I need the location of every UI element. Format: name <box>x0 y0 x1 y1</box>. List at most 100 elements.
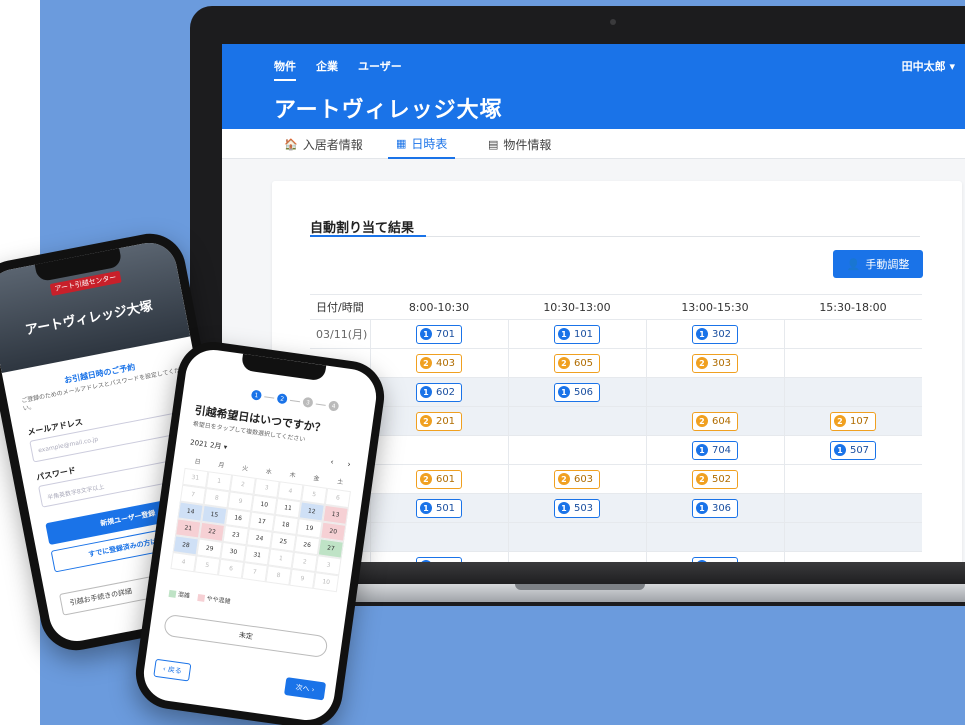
room-chip[interactable]: 2 502 <box>691 469 739 489</box>
nav-item-properties[interactable]: 物件 <box>274 58 296 81</box>
room-chip[interactable]: 2 201 <box>415 411 463 431</box>
time-slot-cell: 2 303 <box>646 349 784 377</box>
room-chip[interactable]: 2 603 <box>553 469 601 489</box>
calendar-day[interactable]: 10 <box>313 572 340 593</box>
room-number: 601 <box>435 473 456 485</box>
time-slot-cell <box>508 436 646 464</box>
tab-residents[interactable]: 🏠 入居者情報 <box>284 129 363 159</box>
schedule-table: 日付/時間 8:00-10:30 10:30-13:00 13:00-15:30 15:… <box>310 294 922 564</box>
room-chip[interactable]: 1 506 <box>553 382 601 402</box>
home-icon: 🏠 <box>284 137 298 151</box>
priority-badge: 2 <box>833 415 846 427</box>
calendar-day[interactable]: 8 <box>265 565 292 586</box>
room-chip[interactable]: 2 403 <box>415 353 463 373</box>
time-slot-cell: 2 604 <box>646 407 784 435</box>
step-1: 1 <box>250 389 263 401</box>
person-icon: 👤 <box>846 257 861 271</box>
user-menu[interactable]: 田中太郎 ▾ <box>902 58 955 74</box>
room-chip[interactable]: 1 507 <box>829 440 877 460</box>
time-slot-cell: 2 201 <box>370 407 508 435</box>
back-button[interactable]: ‹ 戻る <box>153 658 192 682</box>
hero-title: アートヴィレッジ大塚 <box>24 299 154 339</box>
priority-badge: 1 <box>833 444 846 456</box>
time-slot-cell: 1 602 <box>370 378 508 406</box>
room-chip[interactable]: 1 704 <box>691 440 739 460</box>
table-row: (木)150115031306 <box>310 494 922 523</box>
room-number: 302 <box>711 328 732 340</box>
time-slot-cell <box>784 378 922 406</box>
next-button[interactable]: 次へ › <box>283 677 327 701</box>
room-number: 701 <box>435 328 456 340</box>
room-number: 501 <box>435 502 456 514</box>
legend-busy: 混雑 <box>168 588 190 600</box>
tab-property-info[interactable]: ▤ 物件情報 <box>488 129 551 159</box>
room-chip[interactable]: 2 601 <box>415 469 463 489</box>
room-chip[interactable]: 1 602 <box>415 382 463 402</box>
legend-busy-label: 混雑 <box>177 591 191 600</box>
table-row: 03/11(月) 1 701 1 101 1 302 <box>310 320 922 349</box>
room-number: 704 <box>711 444 732 456</box>
time-slot-cell <box>784 465 922 493</box>
room-chip[interactable]: 2 604 <box>691 411 739 431</box>
legend-some: やや混雑 <box>197 592 231 606</box>
password-placeholder: 半角英数字8文字以上 <box>46 483 105 502</box>
room-chip[interactable]: 1 701 <box>415 324 463 344</box>
room-number: 603 <box>573 473 594 485</box>
marketing-mockup: 物件 企業 ユーザー 田中太郎 ▾ アートヴィレッジ大塚 🏠 入居者情報 ▦ 日… <box>0 0 965 725</box>
calendar-day[interactable]: 7 <box>241 562 268 583</box>
time-slot-cell: 2 502 <box>646 465 784 493</box>
room-chip[interactable]: 1 101 <box>553 324 601 344</box>
priority-badge: 1 <box>557 502 570 514</box>
section-accent <box>310 235 426 237</box>
room-chip[interactable]: 1 302 <box>691 324 739 344</box>
room-number: 503 <box>573 502 594 514</box>
laptop-notch <box>515 584 645 590</box>
room-number: 502 <box>711 473 732 485</box>
tab-label: 入居者情報 <box>302 137 363 152</box>
time-slot-cell: 2 403 <box>370 349 508 377</box>
step-indicator: 1 2 3 4 <box>250 389 340 412</box>
time-slot-cell: 1 101 <box>508 320 646 348</box>
time-slot-cell: 2 603 <box>508 465 646 493</box>
room-number: 604 <box>711 415 732 427</box>
step-3: 3 <box>302 396 314 409</box>
priority-badge: 1 <box>419 386 432 398</box>
room-chip[interactable]: 2 107 <box>829 411 877 431</box>
priority-badge: 1 <box>695 328 708 340</box>
calendar-day[interactable]: 6 <box>217 558 245 579</box>
priority-badge: 1 <box>557 386 570 398</box>
undecided-button[interactable]: 未定 <box>163 613 329 659</box>
room-chip[interactable]: 2 605 <box>553 353 601 373</box>
priority-badge: 2 <box>557 473 570 485</box>
room-number: 605 <box>573 357 594 369</box>
room-number: 507 <box>849 444 870 456</box>
manual-adjust-button[interactable]: 👤 手動調整 <box>833 250 923 278</box>
room-number: 101 <box>573 328 594 340</box>
top-nav: 物件 企業 ユーザー <box>274 58 402 81</box>
time-slot-cell: 1 302 <box>646 320 784 348</box>
month-selector[interactable]: 2021 2月 ▾ <box>190 437 228 452</box>
table-header-row: 日付/時間 8:00-10:30 10:30-13:00 13:00-15:30 15:… <box>310 294 922 320</box>
priority-badge: 1 <box>419 502 432 514</box>
time-slot-cell <box>784 523 922 551</box>
nav-item-companies[interactable]: 企業 <box>316 58 338 81</box>
calendar-day[interactable]: 9 <box>289 568 316 589</box>
nav-item-users[interactable]: ユーザー <box>358 58 402 81</box>
room-chip[interactable]: 2 303 <box>691 353 739 373</box>
tab-label: 日時表 <box>411 136 448 151</box>
room-chip[interactable]: 1 306 <box>691 498 739 518</box>
time-slot-cell: 2 107 <box>784 407 922 435</box>
time-slot-cell: 1 306 <box>646 494 784 522</box>
tab-schedule[interactable]: ▦ 日時表 <box>388 129 456 159</box>
chevron-right-icon[interactable]: › <box>347 460 351 469</box>
calendar-day[interactable]: 4 <box>170 552 197 573</box>
step-connector <box>315 402 326 406</box>
row-date: 03/11(月) <box>316 328 368 341</box>
room-chip[interactable]: 1 501 <box>415 498 463 518</box>
table-row: 2 201 2 604 2 107 <box>310 407 922 436</box>
calendar-day[interactable]: 5 <box>194 555 221 576</box>
table-row: 2 403 2 605 2 303 <box>310 349 922 378</box>
tab-bar: 🏠 入居者情報 ▦ 日時表 ▤ 物件情報 <box>222 129 965 159</box>
room-chip[interactable]: 1 503 <box>553 498 601 518</box>
chevron-left-icon[interactable]: ‹ <box>330 457 334 466</box>
